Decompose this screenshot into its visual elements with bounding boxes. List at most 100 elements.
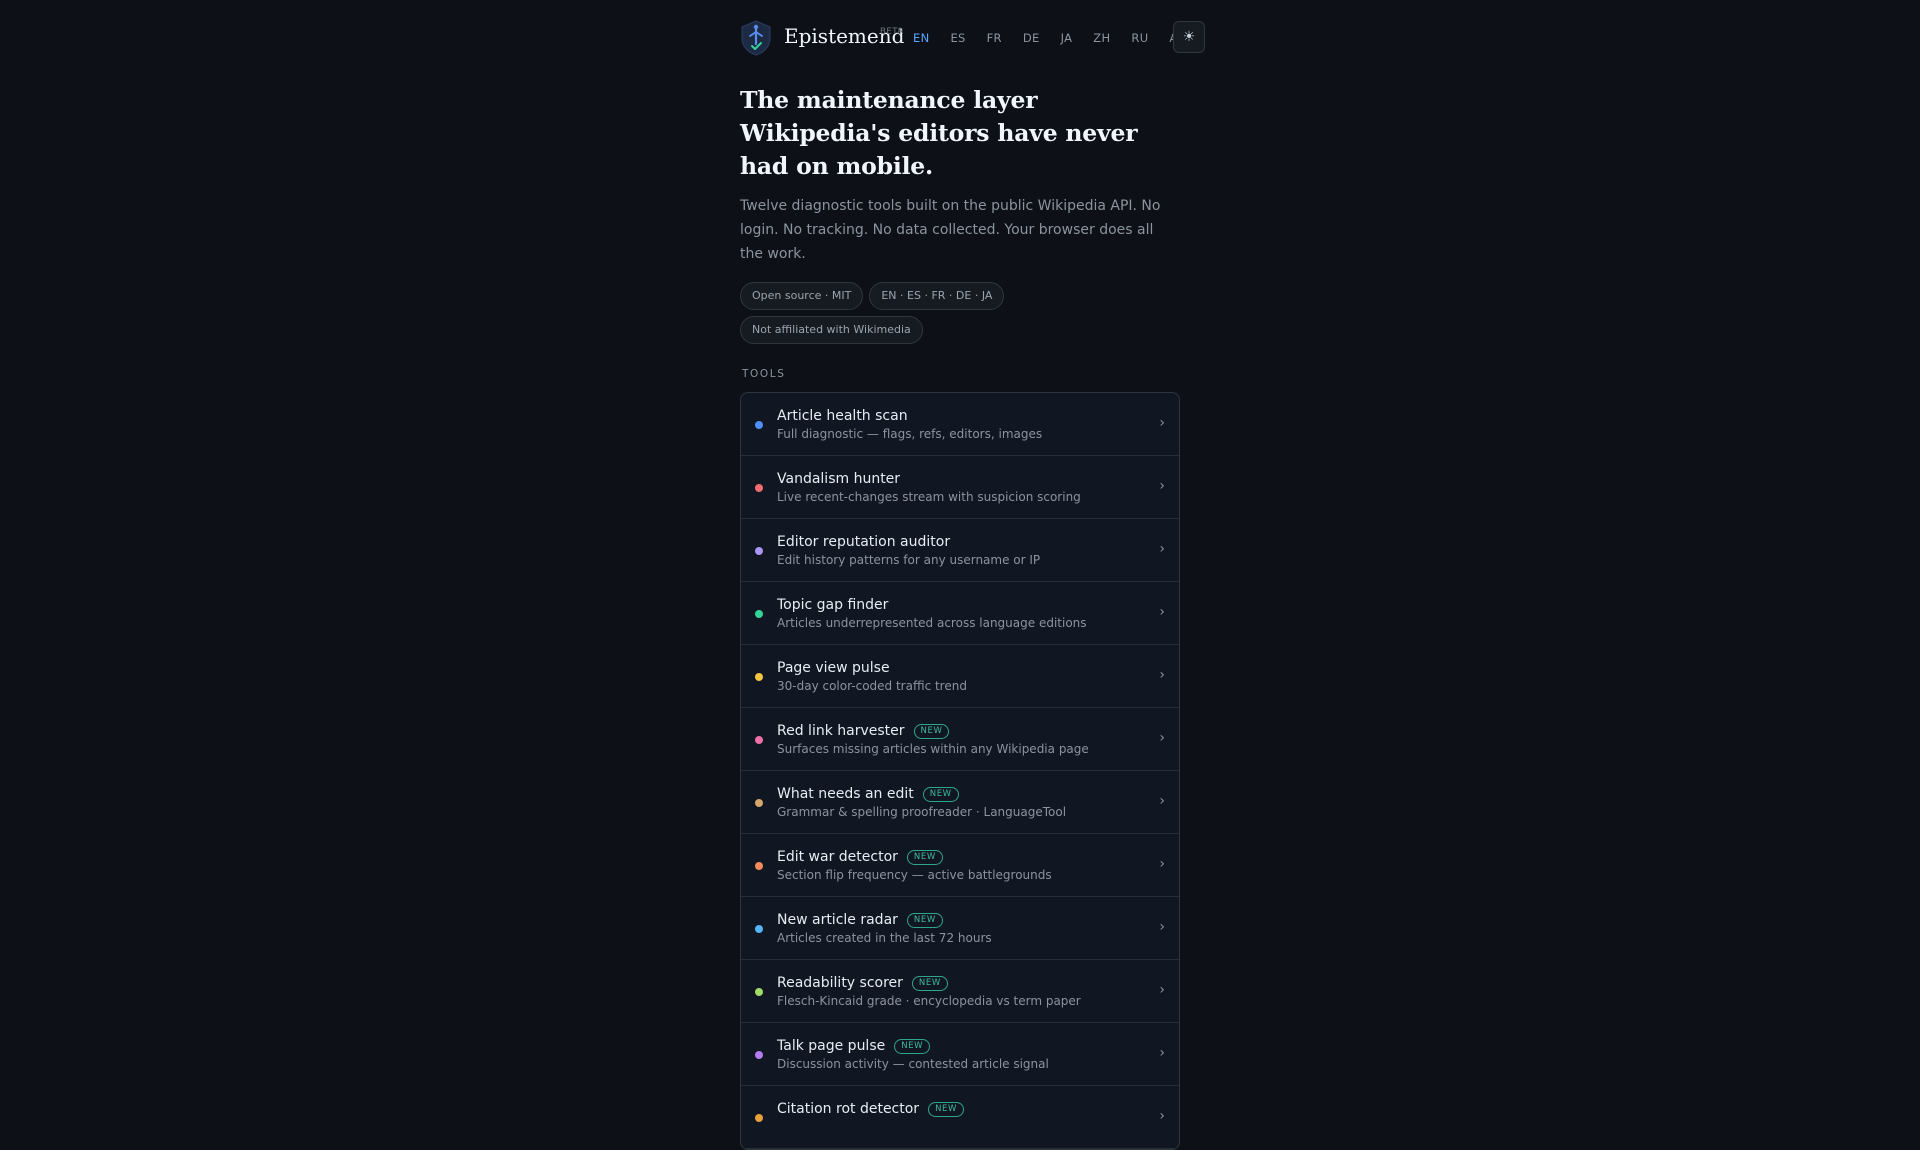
chevron-right-icon: › <box>1159 793 1165 809</box>
chevron-right-icon: › <box>1159 415 1165 431</box>
language-option-en[interactable]: EN <box>913 31 929 45</box>
tool-color-dot-icon <box>755 736 763 744</box>
tool-name-text: Talk page pulse <box>777 1038 886 1054</box>
tool-description: Articles underrepresented across languag… <box>777 616 1087 630</box>
language-option-es[interactable]: ES <box>950 31 965 45</box>
tool-name-text: Topic gap finder <box>777 597 889 613</box>
tool-description: Grammar & spelling proofreader · Languag… <box>777 805 1067 819</box>
tool-description: Articles created in the last 72 hours <box>777 931 992 945</box>
top-bar: Epistemend BETA ENESFRDEJAZHRUAR ☀ <box>740 0 1205 74</box>
tool-name: Article health scan <box>777 408 908 424</box>
info-pills: Open source · MIT EN · ES · FR · DE · JA N… <box>740 282 1160 350</box>
tools-section-label: TOOLS <box>742 368 786 380</box>
tool-item[interactable]: New article radar NEW Articles created in … <box>741 897 1179 960</box>
tool-item[interactable]: Editor reputation auditor Edit history pa… <box>741 519 1179 582</box>
tool-item[interactable]: Readability scorer NEW Flesch-Kincaid grad… <box>741 960 1179 1023</box>
tool-name: Edit war detector NEW <box>777 849 943 865</box>
tool-description: Full diagnostic — flags, refs, editors, … <box>777 427 1043 441</box>
tool-color-dot-icon <box>755 862 763 870</box>
tool-name: Citation rot detector NEW <box>777 1101 965 1117</box>
theme-toggle-button[interactable]: ☀ <box>1173 21 1205 53</box>
new-badge: NEW <box>906 912 943 928</box>
tool-name: New article radar NEW <box>777 912 943 928</box>
chevron-right-icon: › <box>1159 1045 1165 1061</box>
tool-description: Flesch-Kincaid grade · encyclopedia vs t… <box>777 994 1081 1008</box>
tool-color-dot-icon <box>755 547 763 555</box>
language-switcher: ENESFRDEJAZHRUAR <box>913 31 1207 45</box>
tool-description: Discussion activity — contested article … <box>777 1057 1049 1071</box>
tool-name: Red link harvester NEW <box>777 723 950 739</box>
tool-name-text: Red link harvester <box>777 723 905 739</box>
chevron-right-icon: › <box>1159 604 1165 620</box>
hero-title: The maintenance layer Wikipedia's editor… <box>740 86 1138 180</box>
beta-badge: BETA <box>880 27 904 37</box>
tool-item[interactable]: Article health scan Full diagnostic — fla… <box>741 393 1179 456</box>
tool-description: 30-day color-coded traffic trend <box>777 679 967 693</box>
tool-item[interactable]: Red link harvester NEW Surfaces missing ar… <box>741 708 1179 771</box>
tool-name-text: Page view pulse <box>777 660 890 676</box>
tool-name: Vandalism hunter <box>777 471 900 487</box>
tool-color-dot-icon <box>755 673 763 681</box>
new-badge: NEW <box>894 1038 931 1054</box>
tool-color-dot-icon <box>755 1051 763 1059</box>
hero-lede: Twelve diagnostic tools built on the pub… <box>740 198 1161 262</box>
tool-item[interactable]: Page view pulse 30-day color-coded traffi… <box>741 645 1179 708</box>
tool-description: Edit history patterns for any username o… <box>777 553 1041 567</box>
new-badge: NEW <box>911 975 948 991</box>
language-option-zh[interactable]: ZH <box>1093 31 1110 45</box>
chevron-right-icon: › <box>1159 541 1165 557</box>
new-badge: NEW <box>913 723 950 739</box>
chevron-right-icon: › <box>1159 730 1165 746</box>
chevron-right-icon: › <box>1159 1108 1165 1124</box>
tool-item[interactable]: Citation rot detector NEW › <box>741 1086 1179 1149</box>
tool-item[interactable]: Topic gap finder Articles underrepresente… <box>741 582 1179 645</box>
sun-icon: ☀ <box>1182 29 1196 45</box>
new-badge: NEW <box>922 786 959 802</box>
info-pill: EN · ES · FR · DE · JA <box>869 282 1005 310</box>
tool-name-text: Editor reputation auditor <box>777 534 951 550</box>
tool-name-text: Readability scorer <box>777 975 903 991</box>
language-option-de[interactable]: DE <box>1023 31 1040 45</box>
language-option-fr[interactable]: FR <box>987 31 1002 45</box>
tool-name-text: New article radar <box>777 912 898 928</box>
tool-name: Page view pulse <box>777 660 890 676</box>
tool-color-dot-icon <box>755 484 763 492</box>
chevron-right-icon: › <box>1159 856 1165 872</box>
tool-name: Topic gap finder <box>777 597 888 613</box>
language-option-ja[interactable]: JA <box>1061 31 1073 45</box>
language-option-ru[interactable]: RU <box>1131 31 1148 45</box>
tool-name-text: What needs an edit <box>777 786 914 802</box>
info-pill: Not affiliated with Wikimedia <box>740 316 923 344</box>
chevron-right-icon: › <box>1159 982 1165 998</box>
tool-color-dot-icon <box>755 988 763 996</box>
tool-name-text: Article health scan <box>777 408 908 424</box>
shield-logo-icon <box>741 20 771 56</box>
info-pill: Open source · MIT <box>740 282 864 310</box>
tool-item[interactable]: Edit war detector NEW Section flip frequen… <box>741 834 1179 897</box>
tool-name: Readability scorer NEW <box>777 975 948 991</box>
tool-color-dot-icon <box>755 799 763 807</box>
tool-name: What needs an edit NEW <box>777 786 959 802</box>
tool-name-text: Edit war detector <box>777 849 898 865</box>
tool-name: Talk page pulse NEW <box>777 1038 931 1054</box>
tool-name-text: Vandalism hunter <box>777 471 901 487</box>
tool-item[interactable]: What needs an edit NEW Grammar & spelling … <box>741 771 1179 834</box>
page-container: Epistemend BETA ENESFRDEJAZHRUAR ☀ The m… <box>740 0 1205 1150</box>
new-badge: NEW <box>928 1101 965 1117</box>
tool-item[interactable]: Vandalism hunter Live recent-changes stre… <box>741 456 1179 519</box>
tool-color-dot-icon <box>755 421 763 429</box>
tools-list: Article health scan Full diagnostic — fla… <box>740 392 1180 1150</box>
new-badge: NEW <box>906 849 943 865</box>
tool-color-dot-icon <box>755 610 763 618</box>
tool-item[interactable]: Talk page pulse NEW Discussion activity — … <box>741 1023 1179 1086</box>
tool-description: Section flip frequency — active battlegr… <box>777 868 1052 882</box>
chevron-right-icon: › <box>1159 478 1165 494</box>
tool-color-dot-icon <box>755 1114 763 1122</box>
chevron-right-icon: › <box>1159 919 1165 935</box>
tool-name: Editor reputation auditor <box>777 534 950 550</box>
tool-description: Surfaces missing articles within any Wik… <box>777 742 1089 756</box>
tool-description: Live recent-changes stream with suspicio… <box>777 490 1081 504</box>
chevron-right-icon: › <box>1159 667 1165 683</box>
tool-name-text: Citation rot detector <box>777 1101 920 1117</box>
tool-color-dot-icon <box>755 925 763 933</box>
